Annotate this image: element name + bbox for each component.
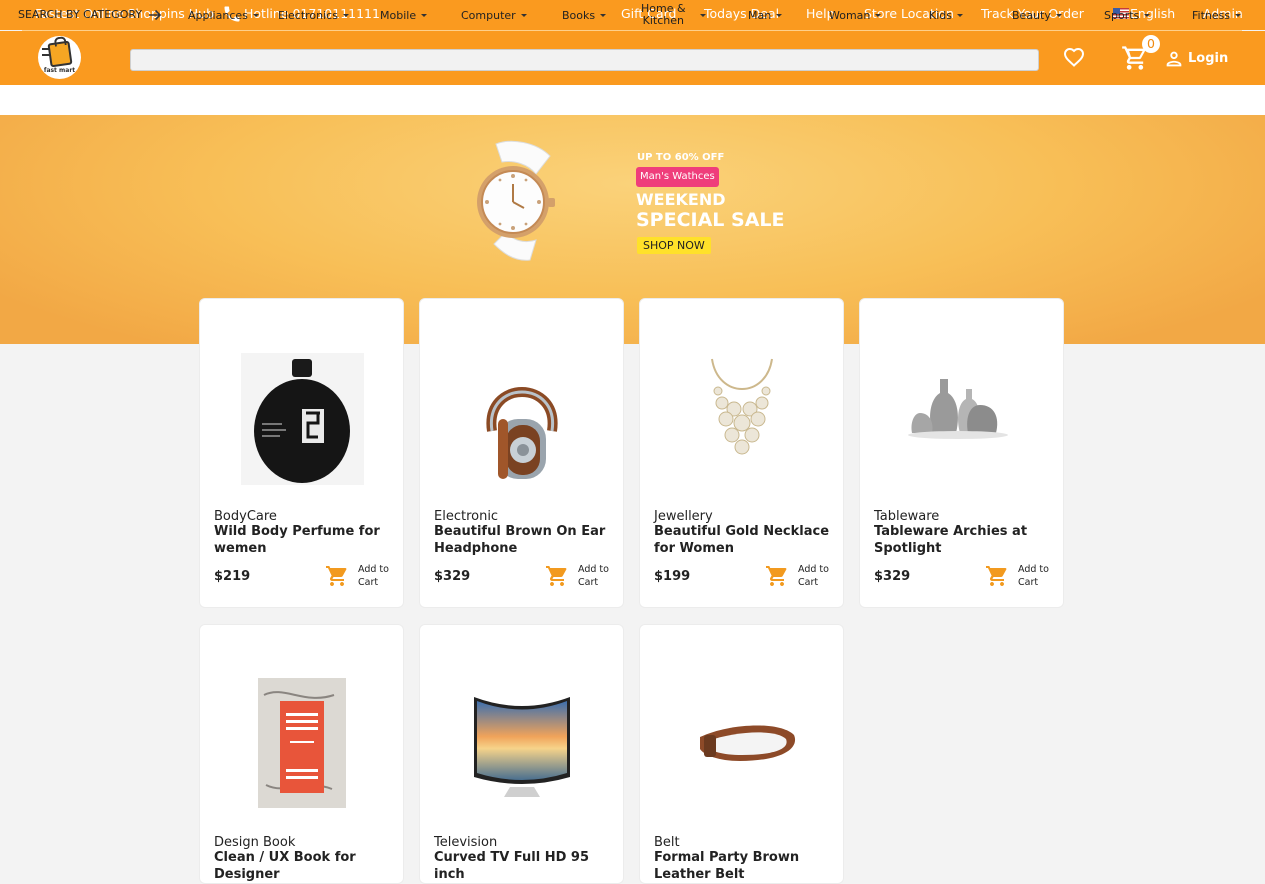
caret-down-icon <box>1144 13 1151 17</box>
cart-icon <box>326 566 347 586</box>
headphones-image <box>486 387 558 479</box>
perfume-bottle-image <box>241 353 364 485</box>
product-title[interactable]: Wild Body Perfume for wemen <box>214 524 392 557</box>
promo-headline-2: SPECIAL SALE <box>636 209 785 231</box>
category-appliances[interactable]: Appliances <box>188 0 259 30</box>
promo-banner <box>0 115 1265 344</box>
product-price: $329 <box>434 569 471 584</box>
wishlist-heart-icon[interactable] <box>1061 45 1087 69</box>
add-to-cart-label: Add to Cart <box>358 564 389 588</box>
product-category: BodyCare <box>214 509 277 524</box>
category-computer[interactable]: Computer <box>461 0 527 30</box>
product-category: Tableware <box>874 509 940 524</box>
add-to-cart-label: Add to Cart <box>578 564 609 588</box>
product-title[interactable]: Clean / UX Book for Designer <box>214 850 392 883</box>
category-beauty[interactable]: Beauty <box>1012 0 1062 30</box>
product-category: Jewellery <box>654 509 713 524</box>
promo-tag: Man's Wathces <box>636 167 719 187</box>
shopping-bag-icon <box>47 40 73 68</box>
category-label: Sports <box>1104 8 1140 22</box>
category-label-line2: Kitchen <box>642 14 684 27</box>
book-image <box>258 678 346 808</box>
product-card[interactable]: Tableware Tableware Archies at Spotlight… <box>859 298 1064 608</box>
category-label: Home & Kitchen <box>641 3 686 27</box>
caret-down-icon <box>699 13 706 17</box>
category-label: Woman <box>829 8 871 22</box>
product-card[interactable]: Belt Formal Party Brown Leather Belt <box>639 624 844 884</box>
product-card[interactable]: Jewellery Beautiful Gold Necklace for Wo… <box>639 298 844 608</box>
necklace-image <box>711 358 773 455</box>
cart-icon <box>986 566 1007 586</box>
shop-now-button[interactable]: SHOP NOW <box>637 237 711 254</box>
product-price: $199 <box>654 569 691 584</box>
product-category: Television <box>434 835 498 850</box>
product-category: Belt <box>654 835 680 850</box>
caret-down-icon <box>421 13 428 17</box>
caret-down-icon <box>520 13 527 17</box>
add-to-cart-button[interactable]: Add to Cart <box>324 561 394 591</box>
watch-image <box>477 140 555 261</box>
caret-down-icon <box>1055 13 1062 17</box>
category-home-kitchen[interactable]: Home & Kitchen <box>641 0 706 30</box>
category-electronics[interactable]: Electronics <box>278 0 349 30</box>
logo-text: fast mart <box>43 67 76 74</box>
product-card[interactable]: Electronic Beautiful Brown On Ear Headph… <box>419 298 624 608</box>
product-price: $329 <box>874 569 911 584</box>
category-fitness[interactable]: Fitness <box>1192 0 1242 30</box>
login-button[interactable]: Login <box>1188 49 1228 69</box>
promo-discount: UP TO 60% OFF <box>637 152 725 163</box>
product-card[interactable]: Design Book Clean / UX Book for Designer <box>199 624 404 884</box>
category-label: Mobile <box>380 8 417 22</box>
add-to-cart-label: Add to Cart <box>798 564 829 588</box>
category-mobile[interactable]: Mobile <box>380 0 428 30</box>
add-to-cart-button[interactable]: Add to Cart <box>984 561 1054 591</box>
category-bar <box>0 85 1265 115</box>
product-card[interactable]: Television Curved TV Full HD 95 inch <box>419 624 624 884</box>
add-to-cart-label: Add to Cart <box>1018 564 1049 588</box>
cart-count-badge: 0 <box>1142 35 1160 53</box>
product-title[interactable]: Curved TV Full HD 95 inch <box>434 850 612 883</box>
category-sports[interactable]: Sports <box>1104 0 1151 30</box>
add-to-cart-button[interactable]: Add to Cart <box>764 561 834 591</box>
user-icon[interactable] <box>1163 48 1185 70</box>
search-input[interactable] <box>130 49 1039 71</box>
product-title[interactable]: Beautiful Brown On Ear Headphone <box>434 524 612 557</box>
arrow-right-icon <box>149 9 162 21</box>
product-card[interactable]: BodyCare Wild Body Perfume for wemen $21… <box>199 298 404 608</box>
category-label: Kids <box>929 8 952 22</box>
category-man[interactable]: Man <box>748 0 783 30</box>
product-title[interactable]: Beautiful Gold Necklace for Women <box>654 524 832 557</box>
product-title[interactable]: Formal Party Brown Leather Belt <box>654 850 832 883</box>
product-title[interactable]: Tableware Archies at Spotlight <box>874 524 1052 557</box>
vases-image <box>908 379 1008 439</box>
site-logo[interactable]: fast mart <box>38 36 81 79</box>
category-label: Man <box>748 8 772 22</box>
category-label: Computer <box>461 8 516 22</box>
add-to-cart-button[interactable]: Add to Cart <box>544 561 614 591</box>
caret-down-icon <box>252 13 259 17</box>
category-kids[interactable]: Kids <box>929 0 963 30</box>
product-price: $219 <box>214 569 251 584</box>
category-label: Fitness <box>1192 8 1231 22</box>
category-label: Appliances <box>188 8 248 22</box>
category-bar-title: SEARCH BY CATEGORY <box>18 8 143 21</box>
caret-down-icon <box>1235 13 1242 17</box>
curved-tv-image <box>474 697 570 797</box>
product-category: Design Book <box>214 835 296 850</box>
promo-headline-1: WEEKEND <box>636 190 726 209</box>
caret-down-icon <box>342 13 349 17</box>
caret-down-icon <box>875 13 882 17</box>
caret-down-icon <box>956 13 963 17</box>
category-label: Beauty <box>1012 8 1051 22</box>
category-woman[interactable]: Woman <box>829 0 882 30</box>
product-category: Electronic <box>434 509 499 524</box>
cart-icon <box>546 566 567 586</box>
belt-image <box>700 725 796 761</box>
caret-down-icon <box>600 13 607 17</box>
category-label: Books <box>562 8 596 22</box>
caret-down-icon <box>776 13 783 17</box>
cart-icon <box>766 566 787 586</box>
category-books[interactable]: Books <box>562 0 607 30</box>
category-label: Electronics <box>278 8 338 22</box>
